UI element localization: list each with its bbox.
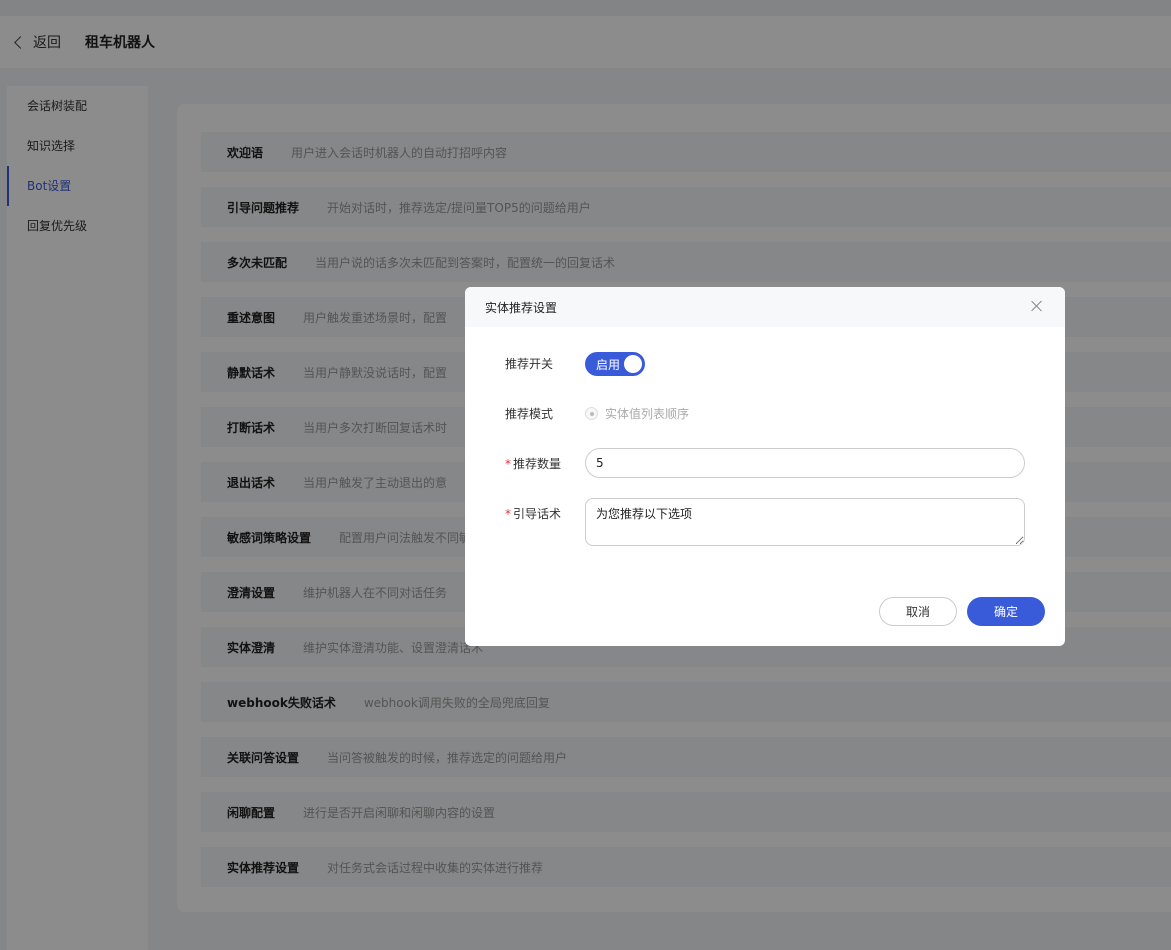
count-input[interactable]: 5	[585, 448, 1025, 478]
cancel-button[interactable]: 取消	[879, 597, 957, 626]
count-label: * 推荐数量	[505, 455, 561, 472]
count-label-text: 推荐数量	[513, 457, 562, 471]
required-mark: *	[505, 507, 511, 521]
prompt-label-text: 引导话术	[513, 507, 562, 521]
dialog-header: 实体推荐设置	[465, 287, 1065, 327]
close-icon[interactable]	[1031, 300, 1043, 312]
radio-dot-icon	[585, 407, 598, 420]
prompt-label: * 引导话术	[505, 505, 561, 522]
confirm-button[interactable]: 确定	[967, 597, 1045, 626]
mode-option-label: 实体值列表顺序	[605, 407, 690, 421]
required-mark: *	[505, 457, 511, 471]
mode-label: 推荐模式	[505, 407, 554, 421]
toggle-text: 启用	[596, 357, 621, 372]
prompt-textarea[interactable]: 为您推荐以下选项	[585, 498, 1025, 546]
switch-label: 推荐开关	[505, 357, 554, 371]
dialog-title: 实体推荐设置	[485, 300, 558, 315]
entity-recommend-dialog: 实体推荐设置 推荐开关 启用 推荐模式 实体值列表顺序 * 推荐数量 5 * 引导话…	[465, 287, 1065, 646]
mode-radio-option[interactable]: 实体值列表顺序	[585, 405, 689, 422]
toggle-knob	[624, 355, 642, 373]
recommend-toggle[interactable]: 启用	[585, 352, 645, 376]
